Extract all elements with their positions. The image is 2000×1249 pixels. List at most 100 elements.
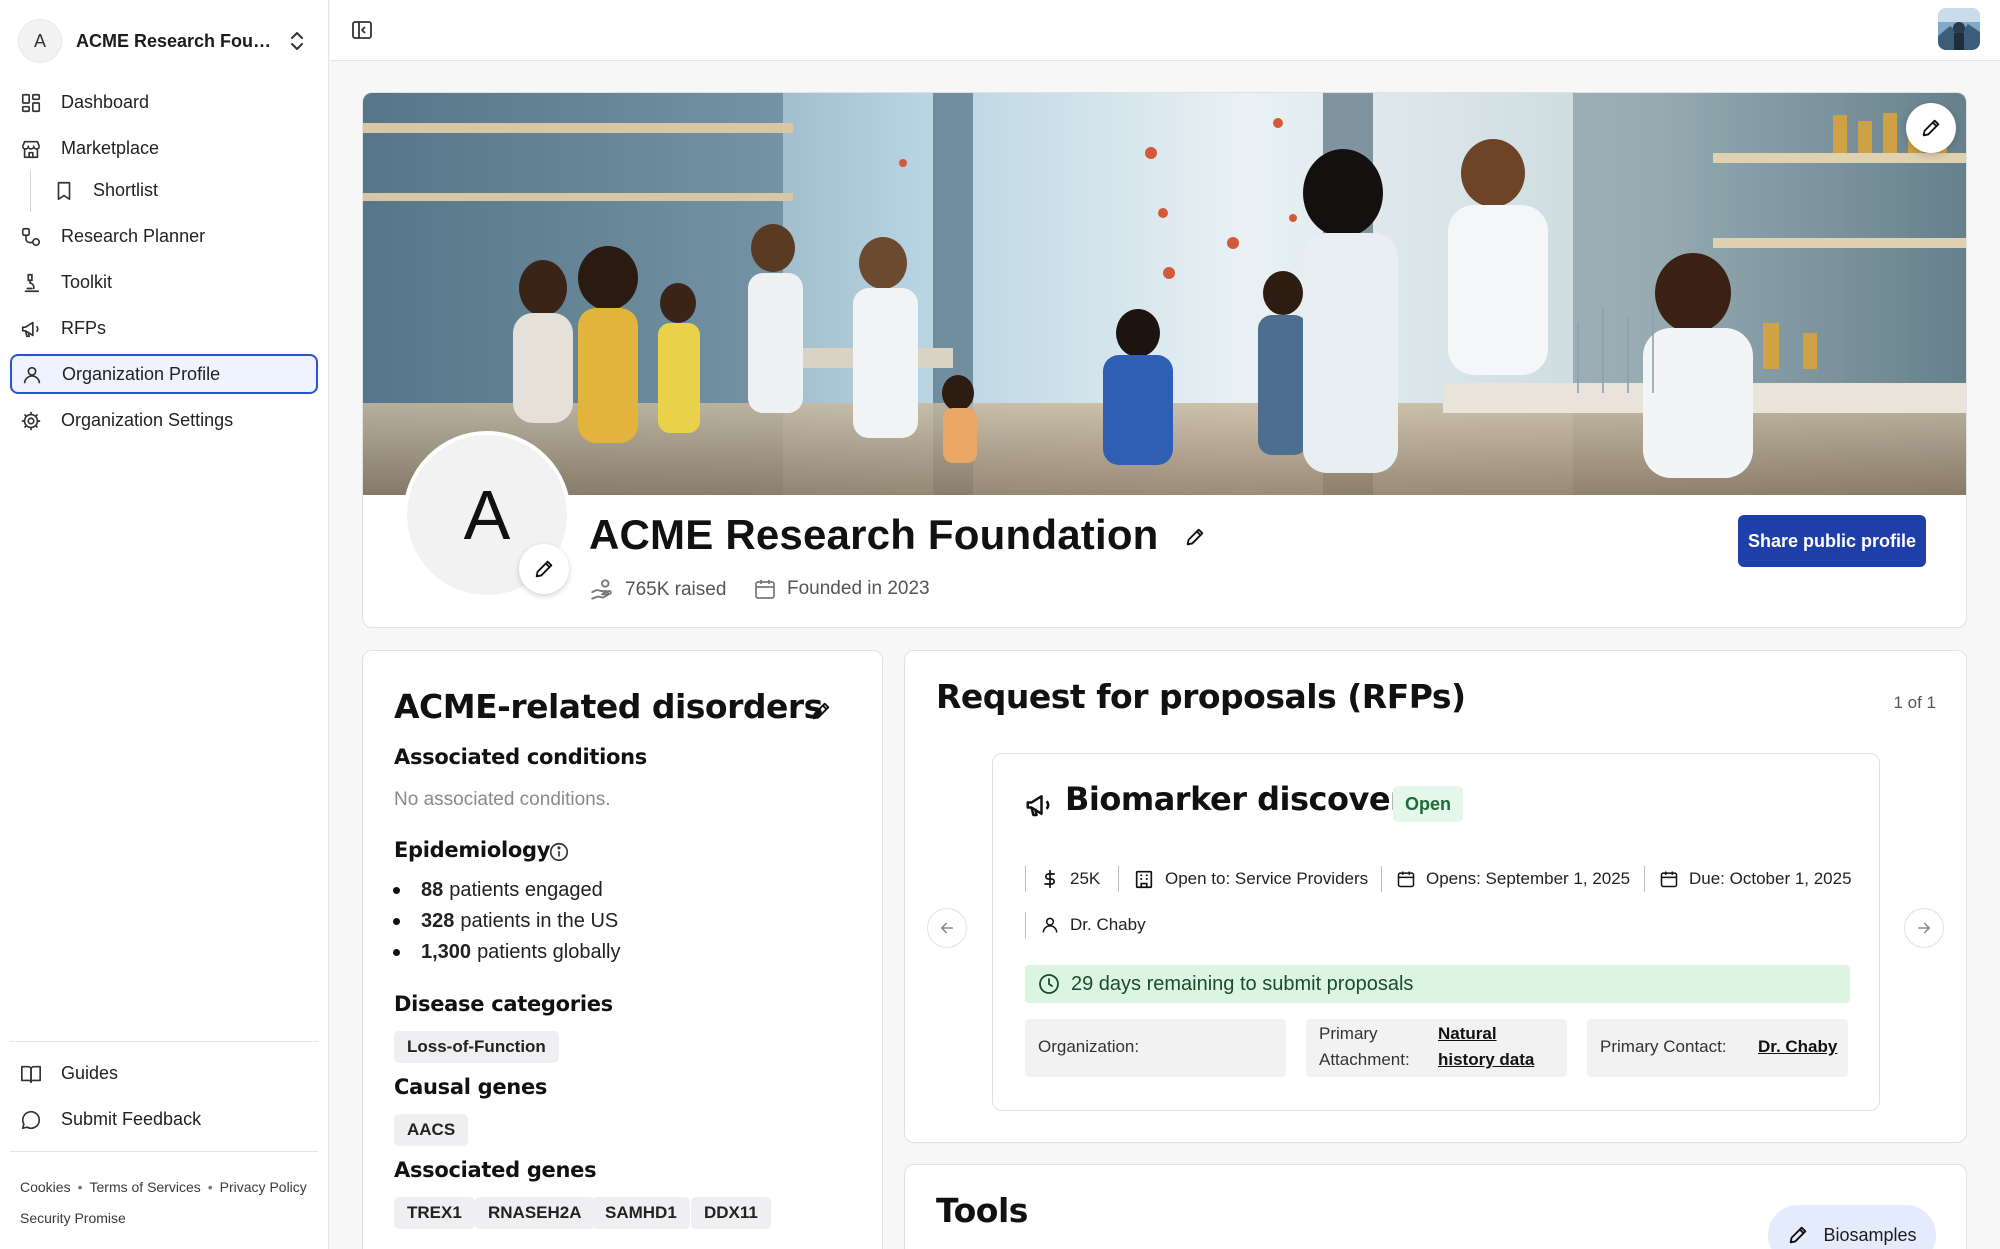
deadline-banner: 29 days remaining to submit proposals <box>1025 965 1850 1003</box>
edit-cover-button[interactable] <box>1906 103 1956 153</box>
edit-name-button[interactable] <box>1175 517 1215 557</box>
user-icon <box>1042 917 1058 933</box>
biosamples-button[interactable]: Biosamples <box>1768 1205 1936 1249</box>
terms-link[interactable]: Terms of Services <box>90 1179 201 1195</box>
security-promise-link[interactable]: Security Promise <box>20 1210 126 1226</box>
causal-gene-tag: AACS <box>394 1114 469 1146</box>
nav-item-rfps[interactable]: RFPs <box>10 308 318 348</box>
nav-item-label: Organization Profile <box>62 363 221 384</box>
nav-item-organization-profile[interactable]: Organization Profile <box>10 354 318 394</box>
org-avatar: A <box>18 19 62 63</box>
tools-title: Tools <box>936 1191 1028 1230</box>
pencil-icon <box>1186 528 1204 546</box>
disease-category-tag: Loss-of-Function <box>394 1031 559 1063</box>
pencil-icon <box>1922 119 1940 137</box>
store-icon <box>21 140 41 159</box>
calendar-icon <box>1397 871 1415 888</box>
microscope-icon <box>24 273 40 293</box>
associated-genes-heading: Associated genes <box>394 1158 597 1182</box>
gear-icon <box>21 411 41 431</box>
nav-item-label: Shortlist <box>93 179 159 200</box>
cookies-link[interactable]: Cookies <box>20 1179 71 1195</box>
associated-gene-tag: TREX1 <box>394 1197 475 1229</box>
nav-item-toolkit[interactable]: Toolkit <box>10 262 318 302</box>
biosamples-label: Biosamples <box>1823 1224 1917 1245</box>
rfp-prev-button[interactable] <box>927 908 967 948</box>
list-item: 88 patients engaged <box>393 879 603 902</box>
nav-item-research-planner[interactable]: Research Planner <box>10 216 318 256</box>
book-icon <box>21 1065 41 1084</box>
primary-contact-link[interactable]: Dr. Chaby <box>1758 1037 1837 1057</box>
pencil-icon <box>535 560 553 578</box>
primary-contact-label: Primary Contact: <box>1600 1037 1727 1056</box>
separator-dot: • <box>207 1179 213 1195</box>
user-icon <box>23 366 41 384</box>
tools-card: Tools Biosamples <box>904 1164 1967 1249</box>
nav-item-label: Marketplace <box>61 137 160 158</box>
footer-links: Cookies • Terms of Services • Privacy Po… <box>20 1179 307 1195</box>
list-item: 1,300 patients globally <box>393 941 621 964</box>
route-icon <box>21 227 41 247</box>
nav-item-marketplace[interactable]: Marketplace <box>10 128 318 168</box>
disease-categories-heading: Disease categories <box>394 992 613 1016</box>
nav-item-label: Organization Settings <box>61 409 234 430</box>
rfps-title: Request for proposals (RFPs) <box>936 677 1466 716</box>
rfps-card: Request for proposals (RFPs) 1 of 1 Biom… <box>904 650 1967 1143</box>
primary-attachment-label: Attachment: <box>1319 1050 1410 1069</box>
share-public-profile-button[interactable]: Share public profile <box>1738 515 1926 567</box>
rfp-amount: 25K <box>1025 866 1100 892</box>
pencil-icon <box>812 702 830 720</box>
calendar-icon <box>1660 871 1678 888</box>
rfp-contact: Dr. Chaby <box>1025 912 1146 938</box>
associated-gene-tag: SAMHD1 <box>592 1197 690 1229</box>
associated-gene-tag: DDX11 <box>691 1197 771 1229</box>
rfp-opens: Opens: September 1, 2025 <box>1381 866 1630 892</box>
hand-coins-icon <box>591 579 612 600</box>
bookmark-icon <box>57 181 71 201</box>
clock-icon <box>1039 974 1059 994</box>
nav-item-label: Toolkit <box>61 271 113 292</box>
list-item: 328 patients in the US <box>393 910 618 933</box>
info-icon[interactable] <box>548 841 570 863</box>
megaphone-icon <box>21 321 39 338</box>
rfp-open-to: Open to: Service Providers <box>1118 866 1368 892</box>
rfp-next-button[interactable] <box>1904 908 1944 948</box>
primary-attachment-link[interactable]: history data <box>1438 1050 1534 1070</box>
profile-header-card: A ACME Research Foundation 765K raised F… <box>362 92 1967 628</box>
nav-item-guides[interactable]: Guides <box>10 1053 318 1093</box>
primary-attachment-label: Primary <box>1319 1024 1378 1043</box>
building-icon <box>1135 870 1153 889</box>
nav-tree-line <box>30 170 31 212</box>
disorders-card: ACME-related disorders Associated condit… <box>362 650 883 1249</box>
nav-item-submit-feedback[interactable]: Submit Feedback <box>10 1099 318 1139</box>
megaphone-icon <box>1026 795 1050 817</box>
primary-attachment-link[interactable]: Natural <box>1438 1024 1497 1044</box>
associated-gene-tag: RNASEH2A <box>475 1197 595 1229</box>
chevron-up-down-icon <box>291 32 303 50</box>
arrow-right-icon <box>1918 922 1931 934</box>
dashboard-icon <box>21 93 41 113</box>
pencil-icon <box>1790 1226 1807 1244</box>
edit-disorders-button[interactable] <box>805 695 837 727</box>
sidebar-collapse-icon[interactable] <box>350 18 374 42</box>
nav-item-dashboard[interactable]: Dashboard <box>10 82 318 122</box>
epidemiology-heading: Epidemiology <box>394 838 551 862</box>
rfp-item-card[interactable]: Biomarker discovery Open 25K Open to: Se… <box>992 753 1880 1111</box>
nav-item-organization-settings[interactable]: Organization Settings <box>10 400 318 440</box>
founded-year: Founded in 2023 <box>787 578 930 599</box>
edit-logo-button[interactable] <box>519 544 569 594</box>
associated-conditions-empty: No associated conditions. <box>394 789 611 810</box>
raised-meta: 765K raised <box>589 577 726 603</box>
associated-conditions-heading: Associated conditions <box>394 745 647 769</box>
rfp-title[interactable]: Biomarker discovery <box>1065 780 1426 818</box>
user-avatar[interactable] <box>1938 8 1980 50</box>
top-bar <box>330 0 2000 61</box>
organization-label: Organization: <box>1038 1037 1140 1056</box>
raised-amount: 765K raised <box>625 579 727 600</box>
nav-item-shortlist[interactable]: Shortlist <box>10 170 318 210</box>
org-switcher[interactable]: A ACME Research Founda... <box>18 19 316 63</box>
causal-genes-heading: Causal genes <box>394 1075 548 1099</box>
nav-item-label: RFPs <box>61 317 106 338</box>
rfps-pager: 1 of 1 <box>1893 693 1936 712</box>
privacy-policy-link[interactable]: Privacy Policy <box>220 1179 307 1195</box>
